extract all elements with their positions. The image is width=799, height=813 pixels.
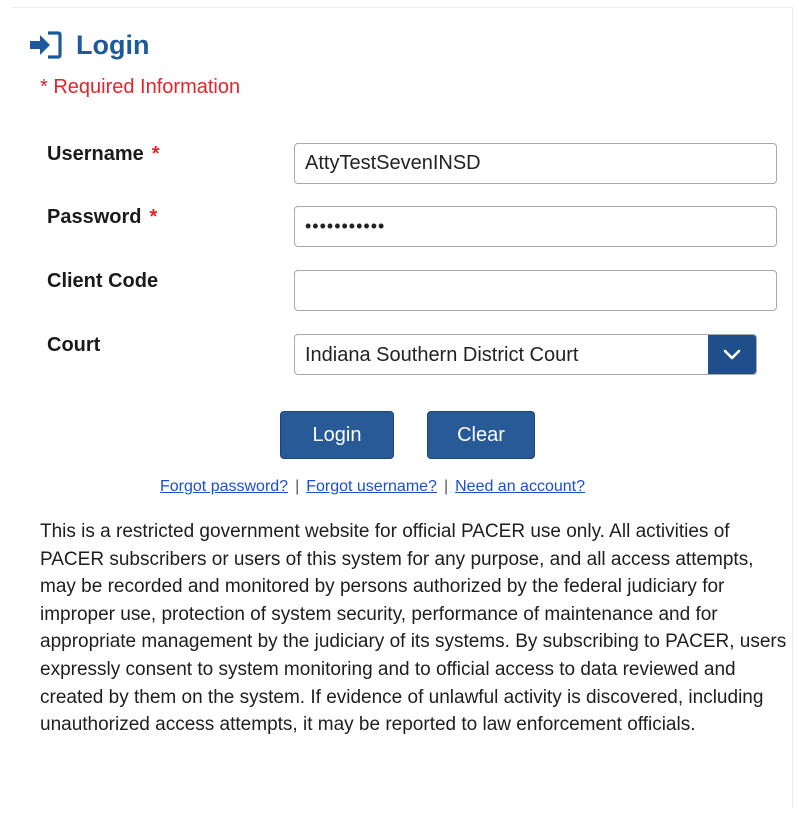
username-row: Username *	[47, 143, 782, 187]
password-mask: •••••••••••	[305, 216, 386, 236]
link-separator: |	[295, 478, 300, 495]
required-star: *	[149, 206, 158, 228]
login-header: Login	[28, 30, 149, 60]
username-input[interactable]	[294, 143, 777, 184]
court-row: Court Indiana Southern District Court	[47, 334, 782, 378]
forgot-username-link[interactable]: Forgot username?	[306, 478, 437, 496]
client-code-row: Client Code	[47, 270, 782, 314]
client-code-label: Client Code	[47, 270, 159, 292]
username-label: Username *	[47, 143, 160, 166]
need-account-link[interactable]: Need an account?	[455, 478, 585, 496]
page-title: Login	[76, 30, 150, 60]
form-buttons: Login Clear	[280, 411, 535, 459]
login-button[interactable]: Login	[280, 411, 394, 459]
password-row: Password * •••••••••••	[47, 206, 782, 250]
usage-notice: This is a restricted government website …	[40, 521, 787, 736]
client-code-input[interactable]	[294, 270, 777, 311]
chevron-down-icon	[723, 349, 741, 359]
court-select[interactable]: Indiana Southern District Court	[294, 334, 757, 375]
username-label-text: Username	[47, 143, 144, 165]
required-info-note: * Required Information	[40, 76, 241, 98]
password-label: Password *	[47, 206, 157, 229]
link-separator: |	[443, 478, 449, 495]
court-selected-value: Indiana Southern District Court	[305, 344, 579, 366]
password-input[interactable]: •••••••••••	[294, 206, 777, 247]
forgot-password-link[interactable]: Forgot password?	[160, 478, 288, 496]
help-links: Forgot password? | Forgot username? | Ne…	[160, 478, 585, 496]
court-label: Court	[47, 334, 101, 356]
required-star: *	[151, 143, 160, 165]
password-label-text: Password	[47, 206, 142, 228]
clear-button[interactable]: Clear	[427, 411, 535, 459]
login-page: Login * Required Information Username * P…	[0, 0, 799, 813]
court-dropdown-button[interactable]	[708, 335, 756, 374]
sign-in-icon	[28, 30, 62, 60]
